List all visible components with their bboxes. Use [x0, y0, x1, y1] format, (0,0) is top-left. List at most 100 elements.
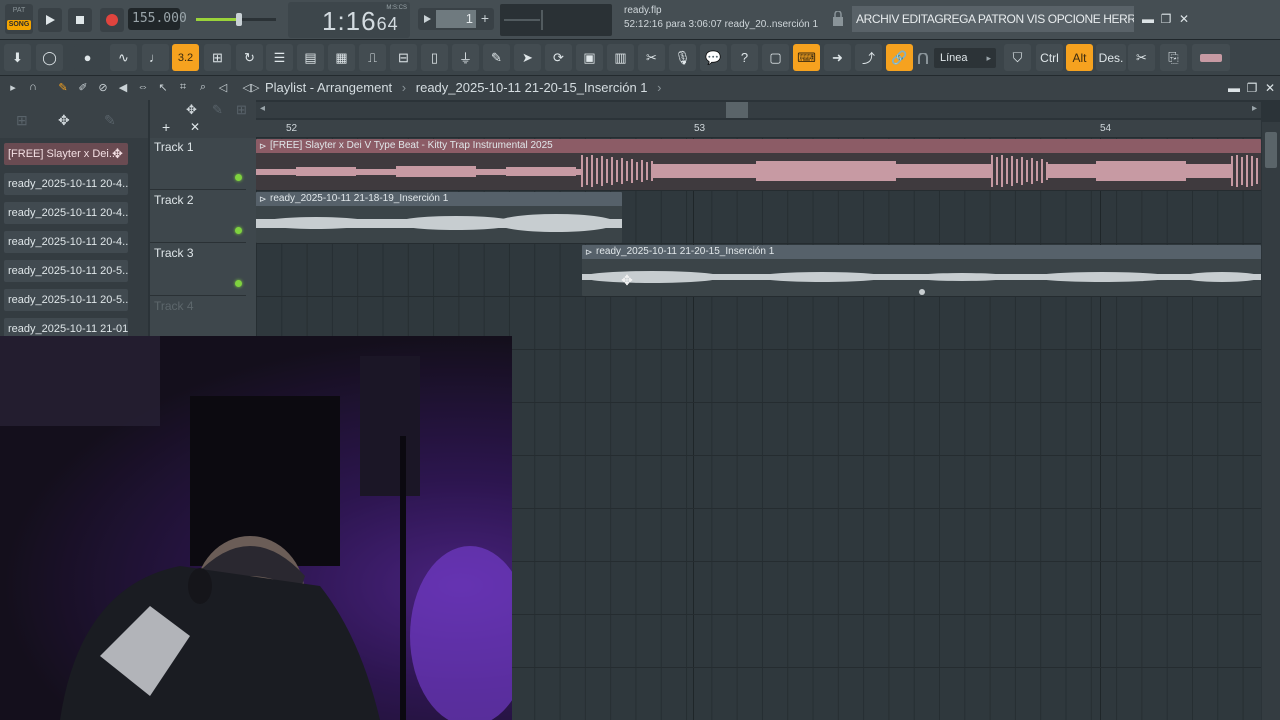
mixer-icon[interactable]: ☰ — [266, 44, 293, 71]
add-track-icon[interactable]: + — [162, 119, 170, 135]
picker-arrows-icon[interactable]: ✥ — [58, 112, 70, 129]
microphone-icon[interactable]: 🎙 — [669, 44, 696, 71]
typing-keyboard-badge[interactable]: 3.2 — [172, 44, 199, 71]
mute-tool-icon[interactable]: ◀ — [116, 80, 130, 94]
color-selector[interactable] — [1192, 44, 1230, 71]
picker-item[interactable]: ready_2025-10-11 20-5... — [4, 289, 128, 311]
stop-button[interactable] — [68, 8, 92, 32]
audio-clip[interactable]: ⊳ ready_2025-10-11 21-20-15_Inserción 1 — [582, 245, 1261, 296]
delete-tool-icon[interactable]: ⊘ — [96, 80, 110, 94]
snap-pen-icon[interactable]: ✎ — [212, 102, 223, 118]
arrangement-menu-icon[interactable]: ◁▷ — [243, 80, 260, 94]
playlist-icon[interactable]: ▦ — [328, 44, 355, 71]
play-button[interactable] — [38, 8, 62, 32]
disk-icon[interactable]: ▣ — [576, 44, 603, 71]
pattern-selector[interactable]: 1 + — [418, 8, 494, 30]
playlist-scrollbar[interactable]: ◂ ▸ — [256, 102, 1261, 118]
pointer-icon[interactable]: ➤ — [514, 44, 541, 71]
add-pattern-icon[interactable]: + — [481, 10, 489, 26]
playlist-maximize-icon[interactable]: ❐ — [1244, 80, 1260, 96]
slice-tool-icon[interactable]: ⌗ — [176, 80, 190, 94]
arrow-right-small-icon[interactable]: ▸ — [6, 80, 20, 94]
playlist-minimize-icon[interactable]: ▬ — [1226, 80, 1242, 96]
slide-icon[interactable]: ⤴ — [855, 44, 882, 71]
minimize-icon[interactable]: ▬ — [1140, 11, 1156, 27]
playback-tool-icon[interactable]: ◁ — [216, 80, 230, 94]
scroll-left-icon[interactable]: ◂ — [260, 103, 265, 114]
scissors-icon[interactable]: ✂ — [638, 44, 665, 71]
link-icon[interactable]: 🔗 — [886, 44, 913, 71]
master-pitch-knob-icon[interactable]: ● — [74, 44, 101, 71]
select-tool-icon[interactable]: ↖ — [156, 80, 170, 94]
snap-arrows-icon[interactable]: ✥ — [186, 102, 197, 118]
restore-icon[interactable]: ❐ — [1158, 11, 1174, 27]
pattern-number[interactable]: 1 — [436, 10, 476, 28]
alt-key-button[interactable]: Alt — [1066, 44, 1093, 71]
file-icon[interactable]: ▯ — [421, 44, 448, 71]
close-icon[interactable]: ✕ — [1176, 11, 1192, 27]
refresh-icon[interactable]: ⟳ — [545, 44, 572, 71]
song-position-display[interactable]: 1:1664 M:S:CS — [288, 2, 410, 38]
current-pattern-name[interactable]: ready_2025-10-11 21-20-15_Inserción 1 — [416, 80, 648, 95]
scroll-right-icon[interactable]: ▸ — [1252, 103, 1257, 114]
remove-track-icon[interactable]: ✕ — [190, 120, 200, 134]
master-volume-handle[interactable] — [236, 13, 242, 26]
deselect-button[interactable]: Des. — [1096, 44, 1126, 71]
timeline-ruler[interactable]: 52 53 54 — [256, 120, 1261, 138]
playlist-close-icon[interactable]: ✕ — [1262, 80, 1278, 96]
clip-title-bar[interactable]: ⊳ ready_2025-10-11 21-20-15_Inserción 1 — [582, 245, 1261, 259]
picker-item[interactable]: ready_2025-10-11 20-5... — [4, 260, 128, 282]
snap-select[interactable]: Línea ▸ — [934, 48, 996, 68]
window-icon[interactable]: ▢ — [762, 44, 789, 71]
picker-item[interactable]: ready_2025-10-11 20-4... — [4, 173, 128, 195]
piano-roll-icon[interactable]: ⎍ — [359, 44, 386, 71]
metronome-icon[interactable]: ♩ — [142, 44, 169, 71]
zoom-tool-icon[interactable]: ⌕ — [196, 80, 210, 94]
record-button[interactable] — [100, 8, 124, 32]
pen-icon[interactable]: ✎ — [483, 44, 510, 71]
track-header-2[interactable]: Track 2 — [150, 191, 246, 243]
loop-record-icon[interactable]: ↻ — [236, 44, 263, 71]
track-enable-led[interactable] — [235, 227, 242, 234]
stamp-icon[interactable]: ⛉ — [1004, 44, 1031, 71]
browser-icon[interactable]: ⊟ — [390, 44, 417, 71]
clip-title-bar[interactable]: ⊳ ready_2025-10-11 21-18-19_Inserción 1 — [256, 192, 622, 206]
copy-icon[interactable]: ⎘ — [1160, 44, 1187, 71]
cut-icon[interactable]: ✂ — [1128, 44, 1155, 71]
vertical-scrollbar[interactable] — [1262, 122, 1280, 720]
cpu-meter-icon[interactable]: ◯ — [36, 44, 63, 71]
tempo-display[interactable]: 155.000 — [128, 8, 187, 30]
chat-icon[interactable]: 💬 — [700, 44, 727, 71]
ctrl-key-button[interactable]: Ctrl — [1036, 44, 1063, 71]
pat-song-switch[interactable]: PAT SONG — [5, 4, 33, 34]
add-icon[interactable]: ⊞ — [204, 44, 231, 71]
help-icon[interactable]: ? — [731, 44, 758, 71]
track-enable-led[interactable] — [235, 280, 242, 287]
plugin-icon[interactable]: ⏚ — [452, 44, 479, 71]
picker-item[interactable]: [FREE] Slayter x Dei... — [4, 143, 128, 165]
pattern-prev-icon[interactable] — [422, 14, 432, 24]
picker-item[interactable]: ready_2025-10-11 20-4... — [4, 231, 128, 253]
track-enable-led[interactable] — [235, 174, 242, 181]
save-download-icon[interactable]: ⬇ — [4, 44, 31, 71]
arrow-right-icon[interactable]: ➜ — [824, 44, 851, 71]
draw-tool-icon[interactable]: ✎ — [56, 80, 70, 94]
keyboard-icon[interactable]: ⌨ — [793, 44, 820, 71]
snap-grid-icon[interactable]: ⊞ — [236, 102, 247, 118]
picker-pen-icon[interactable]: ✎ — [104, 112, 116, 129]
clip-menu-icon[interactable]: ⊳ — [585, 245, 593, 259]
channel-rack-icon[interactable]: ▤ — [297, 44, 324, 71]
picker-item[interactable]: ready_2025-10-11 20-4... — [4, 202, 128, 224]
track-header-3[interactable]: Track 3 — [150, 244, 246, 296]
paint-tool-icon[interactable]: ✐ — [76, 80, 90, 94]
main-menu[interactable]: ARCHIV EDITAGREGA PATRON VIS OPCIONE HER… — [852, 6, 1134, 32]
slip-tool-icon[interactable]: ⇔ — [136, 80, 150, 94]
clip-title-bar[interactable]: ⊳ [FREE] Slayter x Dei V Type Beat - Kit… — [256, 139, 1261, 153]
wave-icon[interactable]: ∿ — [110, 44, 137, 71]
magnet-icon[interactable]: ∩ — [26, 80, 40, 94]
move-handle-icon[interactable]: ✥ — [112, 146, 123, 162]
clip-menu-icon[interactable]: ⊳ — [259, 192, 267, 206]
device-icon[interactable]: ▥ — [607, 44, 634, 71]
picker-grid-icon[interactable]: ⊞ — [16, 112, 28, 129]
audio-clip[interactable]: ⊳ ready_2025-10-11 21-18-19_Inserción 1 — [256, 192, 622, 243]
